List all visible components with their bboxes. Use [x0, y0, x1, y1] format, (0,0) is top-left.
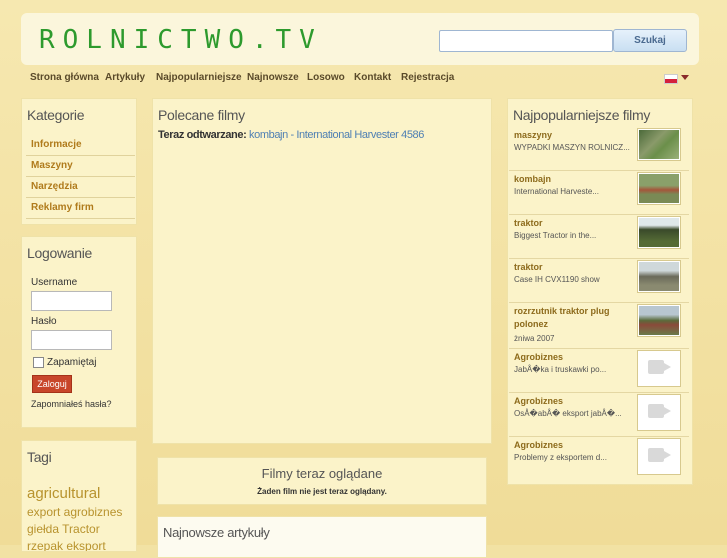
film-desc: OsÅ�abÅ� eksport jabÅ�...	[514, 409, 622, 418]
nav-item-articles[interactable]: Artykuły	[105, 72, 145, 83]
now-playing-label: Teraz odtwarzane:	[158, 129, 247, 141]
film-title[interactable]: Agrobiznes	[514, 439, 624, 452]
featured-films-panel: Polecane filmy Teraz odtwarzane: kombajn…	[152, 98, 492, 444]
film-title[interactable]: traktor	[514, 261, 624, 274]
watching-empty-text: Żaden film nie jest teraz oglądany.	[257, 487, 387, 496]
film-title[interactable]: traktor	[514, 217, 624, 230]
nav-item-home[interactable]: Strona główna	[30, 72, 99, 83]
tags-title: Tagi	[27, 449, 52, 465]
category-item-narzedzia[interactable]: Narzędzia	[26, 177, 135, 198]
polish-flag-icon[interactable]	[664, 74, 678, 84]
film-thumbnail[interactable]	[637, 438, 681, 475]
login-title: Logowanie	[27, 245, 93, 261]
film-item[interactable]: Agrobiznes Problemy z eksportem d...	[509, 436, 689, 480]
tag-link[interactable]: giełda Tractor	[27, 522, 100, 536]
film-thumbnail[interactable]	[637, 216, 681, 249]
username-field[interactable]	[31, 291, 112, 311]
film-item[interactable]: maszyny WYPADKI MASZYN ROLNICZ...	[509, 126, 689, 171]
featured-title: Polecane filmy	[158, 107, 245, 123]
categories-title: Kategorie	[27, 107, 85, 123]
categories-panel: Kategorie Informacje Maszyny Narzędzia R…	[21, 98, 137, 225]
film-item[interactable]: kombajn International Harveste...	[509, 170, 689, 215]
film-desc: JabÅ�ka i truskawki po...	[514, 365, 607, 374]
video-camera-icon	[648, 404, 671, 418]
main-nav: Strona główna Artykuły Najpopularniejsze…	[21, 66, 699, 90]
login-panel: Logowanie Username Hasło Zapamiętaj Zalo…	[21, 236, 137, 428]
film-thumbnail[interactable]	[637, 394, 681, 431]
tags-panel: Tagi agricultural export agrobiznes gieł…	[21, 440, 137, 552]
site-logo[interactable]: ROLNICTWO.TV	[39, 25, 323, 55]
watching-panel: Filmy teraz oglądane Żaden film nie jest…	[157, 457, 487, 505]
nav-item-newest[interactable]: Najnowsze	[247, 72, 299, 83]
film-thumbnail[interactable]	[637, 304, 681, 337]
video-camera-icon	[648, 448, 671, 462]
forgot-password-link[interactable]: Zapomniałeś hasła?	[31, 399, 112, 409]
latest-articles-panel: Najnowsze artykuły	[157, 516, 487, 558]
film-desc: Case IH CVX1190 show	[514, 275, 600, 284]
popular-films-panel: Najpopularniejsze filmy maszyny WYPADKI …	[507, 98, 693, 485]
remember-label: Zapamiętaj	[47, 357, 97, 368]
film-item[interactable]: Agrobiznes OsÅ�abÅ� eksport jabÅ�...	[509, 392, 689, 437]
search-input[interactable]	[439, 30, 613, 52]
category-item-informacje[interactable]: Informacje	[26, 135, 135, 156]
password-label: Hasło	[31, 316, 57, 327]
nav-item-register[interactable]: Rejestracja	[401, 72, 454, 83]
film-desc: WYPADKI MASZYN ROLNICZ...	[514, 143, 630, 152]
film-thumbnail[interactable]	[637, 350, 681, 387]
password-field[interactable]	[31, 330, 112, 350]
film-item[interactable]: Agrobiznes JabÅ�ka i truskawki po...	[509, 348, 689, 393]
film-thumbnail[interactable]	[637, 260, 681, 293]
page: ROLNICTWO.TV Szukaj Strona główna Artyku…	[0, 0, 727, 558]
film-desc: Biggest Tractor in the...	[514, 231, 597, 240]
now-playing: Teraz odtwarzane: kombajn - Internationa…	[158, 129, 424, 141]
film-title[interactable]: kombajn	[514, 173, 624, 186]
chevron-down-icon[interactable]	[681, 75, 689, 80]
tag-link[interactable]: export agrobiznes	[27, 505, 122, 519]
category-item-reklamy[interactable]: Reklamy firm	[26, 198, 135, 219]
film-desc: International Harveste...	[514, 187, 599, 196]
now-playing-link[interactable]: kombajn - International Harvester 4586	[249, 129, 424, 141]
popular-title: Najpopularniejsze filmy	[513, 107, 651, 123]
film-title[interactable]: Agrobiznes	[514, 351, 624, 364]
film-thumbnail[interactable]	[637, 128, 681, 161]
film-desc: Problemy z eksportem d...	[514, 453, 607, 462]
tag-link[interactable]: rzepak eksport	[27, 539, 106, 551]
category-item-maszyny[interactable]: Maszyny	[26, 156, 135, 177]
nav-item-popular[interactable]: Najpopularniejsze	[156, 72, 242, 83]
film-item[interactable]: traktor Biggest Tractor in the...	[509, 214, 689, 259]
film-desc: żniwa 2007	[514, 334, 555, 343]
nav-item-random[interactable]: Losowo	[307, 72, 345, 83]
video-camera-icon	[648, 360, 671, 374]
film-item[interactable]: rozrzutnik traktor plug polonez żniwa 20…	[509, 302, 689, 349]
nav-item-contact[interactable]: Kontakt	[354, 72, 391, 83]
header: ROLNICTWO.TV Szukaj	[21, 13, 699, 65]
film-title[interactable]: Agrobiznes	[514, 395, 624, 408]
film-title[interactable]: rozrzutnik traktor plug polonez	[514, 305, 624, 331]
search-button[interactable]: Szukaj	[613, 29, 687, 52]
film-title[interactable]: maszyny	[514, 129, 624, 142]
username-label: Username	[31, 277, 78, 288]
film-item[interactable]: traktor Case IH CVX1190 show	[509, 258, 689, 303]
login-button[interactable]: Zaloguj	[32, 375, 72, 393]
tag-link[interactable]: agricultural	[27, 485, 100, 502]
watching-title: Filmy teraz oglądane	[261, 466, 383, 481]
latest-articles-title: Najnowsze artykuły	[163, 525, 270, 540]
remember-checkbox[interactable]	[33, 357, 44, 368]
film-thumbnail[interactable]	[637, 172, 681, 205]
